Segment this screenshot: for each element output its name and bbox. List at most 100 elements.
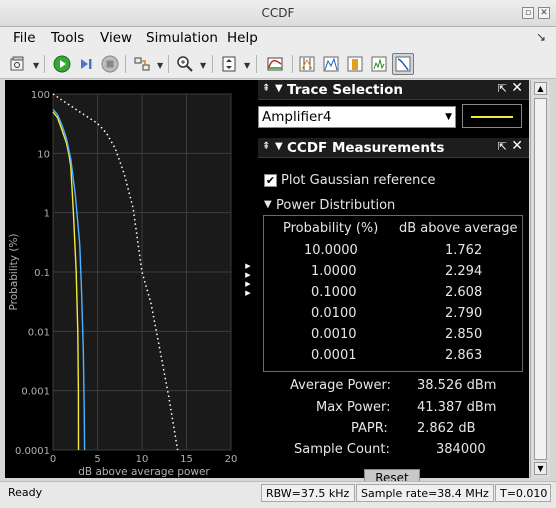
stop-icon[interactable] — [99, 53, 121, 75]
panel-scrollbar[interactable]: ▲ ▼ — [530, 80, 550, 478]
table-row-prob: 0.0100 — [311, 306, 357, 321]
scale-axes-icon[interactable] — [218, 53, 240, 75]
menu-simulation[interactable]: Simulation — [146, 30, 218, 46]
menu-tools[interactable]: Tools — [51, 30, 84, 46]
title-bar: CCDF ▫ ✕ — [0, 0, 556, 27]
close-panel-icon[interactable]: ✕ — [511, 138, 523, 154]
scale-caret-icon[interactable]: ▼ — [244, 61, 250, 70]
power-distribution-table: Probability (%) dB above average 10.0000… — [263, 215, 523, 372]
col-probability-header: Probability (%) — [283, 221, 379, 236]
close-panel-icon[interactable]: ✕ — [511, 80, 523, 96]
style-icon[interactable] — [264, 53, 286, 75]
average-power-value: 38.526 dBm — [417, 378, 497, 393]
pin-icon[interactable]: ⇞ — [262, 141, 270, 152]
table-row-prob: 10.0000 — [304, 243, 358, 258]
status-bar: Ready RBW=37.5 kHz Sample rate=38.4 MHz … — [0, 481, 556, 508]
new-scope-caret-icon[interactable]: ▼ — [33, 61, 39, 70]
zoom-in-icon[interactable] — [174, 53, 196, 75]
dock-arrow-icon[interactable]: ↘ — [536, 30, 546, 44]
y-tick-label: 0.1 — [34, 268, 50, 279]
trace-select-dropdown[interactable]: Amplifier4 ▼ — [258, 106, 456, 128]
power-distribution-collapse-icon[interactable]: ▼ — [264, 199, 272, 210]
new-scope-icon[interactable] — [7, 53, 29, 75]
average-power-label: Average Power: — [290, 378, 391, 393]
table-row-prob: 0.1000 — [311, 285, 357, 300]
papr-value: 2.862 dB — [417, 421, 476, 436]
ccdf-chart-svg: 0 5 10 15 20 0.0001 0.001 0.01 0.1 1 10 100 dB abov… — [8, 90, 238, 478]
max-power-value: 41.387 dBm — [417, 400, 497, 415]
peak-icon[interactable] — [320, 53, 342, 75]
max-power-label: Max Power: — [316, 400, 391, 415]
collapse-arrow-icon[interactable]: ▼ — [275, 141, 283, 152]
table-row-db: 2.294 — [445, 264, 483, 279]
step-icon[interactable] — [75, 53, 97, 75]
plot-gaussian-checkbox[interactable]: ✔ — [264, 174, 277, 187]
ccdf-measurements-header: ⇞ ▼ CCDF Measurements ⇱ ✕ — [258, 138, 529, 158]
highlight-caret-icon[interactable]: ▼ — [157, 61, 163, 70]
col-db-header: dB above average — [399, 221, 518, 236]
x-tick-label: 20 — [225, 454, 238, 465]
table-row-db: 2.608 — [445, 285, 483, 300]
scroll-thumb[interactable] — [534, 98, 547, 460]
table-row-db: 2.863 — [445, 348, 483, 363]
ccdf-measurements-title: CCDF Measurements — [287, 140, 445, 156]
ccdf-plot[interactable]: 0 5 10 15 20 0.0001 0.001 0.01 0.1 1 10 100 dB abov… — [5, 80, 258, 478]
status-sample-rate: Sample rate=38.4 MHz — [356, 484, 494, 502]
sample-count-value: 384000 — [436, 442, 486, 457]
table-row-db: 1.762 — [445, 243, 483, 258]
collapse-panel-icon[interactable]: ▶ ▶ ▶ ▶ — [242, 262, 254, 298]
close-window-icon[interactable]: ✕ — [538, 7, 550, 19]
trace-line-style[interactable] — [462, 104, 522, 128]
pin-icon[interactable]: ⇞ — [262, 83, 270, 94]
cursor-icon[interactable] — [296, 53, 318, 75]
table-row-db: 2.850 — [445, 327, 483, 342]
toolbar-separator — [125, 55, 126, 73]
trace-selection-header: ⇞ ▼ Trace Selection ⇱ ✕ — [258, 80, 529, 100]
bandwidth-icon[interactable] — [344, 53, 366, 75]
toolbar-separator — [44, 55, 45, 73]
y-axis-label: Probability (%) — [8, 233, 20, 310]
scroll-down-icon[interactable]: ▼ — [534, 462, 547, 475]
plot-gaussian-label: Plot Gaussian reference — [281, 173, 436, 188]
menu-bar: File Tools View Simulation Help ↘ — [0, 27, 556, 49]
undock-icon[interactable]: ⇱ — [498, 82, 507, 95]
undock-icon[interactable]: ⇱ — [498, 140, 507, 153]
table-row-prob: 0.0001 — [311, 348, 357, 363]
menu-view[interactable]: View — [100, 30, 132, 46]
highlight-icon[interactable] — [131, 53, 153, 75]
y-tick-label: 0.01 — [28, 327, 50, 338]
table-row-db: 2.790 — [445, 306, 483, 321]
y-tick-label: 0.0001 — [15, 446, 50, 457]
y-tick-label: 10 — [37, 149, 50, 160]
run-icon[interactable] — [51, 53, 73, 75]
table-row-prob: 1.0000 — [311, 264, 357, 279]
trace-select-value: Amplifier4 — [262, 109, 332, 125]
toolbar-separator — [256, 55, 257, 73]
window-title: CCDF — [261, 6, 295, 20]
x-tick-label: 0 — [50, 454, 56, 465]
power-distribution-label: Power Distribution — [276, 198, 396, 213]
y-tick-label: 0.001 — [21, 387, 50, 398]
menu-help[interactable]: Help — [227, 30, 258, 46]
trace-line-sample — [471, 116, 513, 118]
status-rbw: RBW=37.5 kHz — [261, 484, 355, 502]
toolbar-separator — [168, 55, 169, 73]
status-time: T=0.010 — [495, 484, 551, 502]
x-axis-label: dB above average power — [78, 466, 210, 478]
menu-file[interactable]: File — [13, 30, 36, 46]
x-tick-label: 5 — [94, 454, 100, 465]
minimize-icon[interactable]: ▫ — [522, 7, 534, 19]
collapse-arrow-icon[interactable]: ▼ — [275, 83, 283, 94]
chevron-down-icon: ▼ — [445, 112, 452, 122]
y-tick-label: 100 — [31, 90, 50, 101]
table-row-prob: 0.0010 — [311, 327, 357, 342]
toolbar-separator — [292, 55, 293, 73]
x-tick-label: 10 — [136, 454, 149, 465]
zoom-caret-icon[interactable]: ▼ — [200, 61, 206, 70]
toolbar-separator — [212, 55, 213, 73]
scroll-up-icon[interactable]: ▲ — [534, 82, 547, 95]
toolbar: ▼ ▼ ▼ ▼ — [0, 49, 556, 79]
x-tick-label: 15 — [180, 454, 193, 465]
spectrum-icon[interactable] — [368, 53, 390, 75]
ccdf-icon[interactable] — [392, 53, 414, 75]
